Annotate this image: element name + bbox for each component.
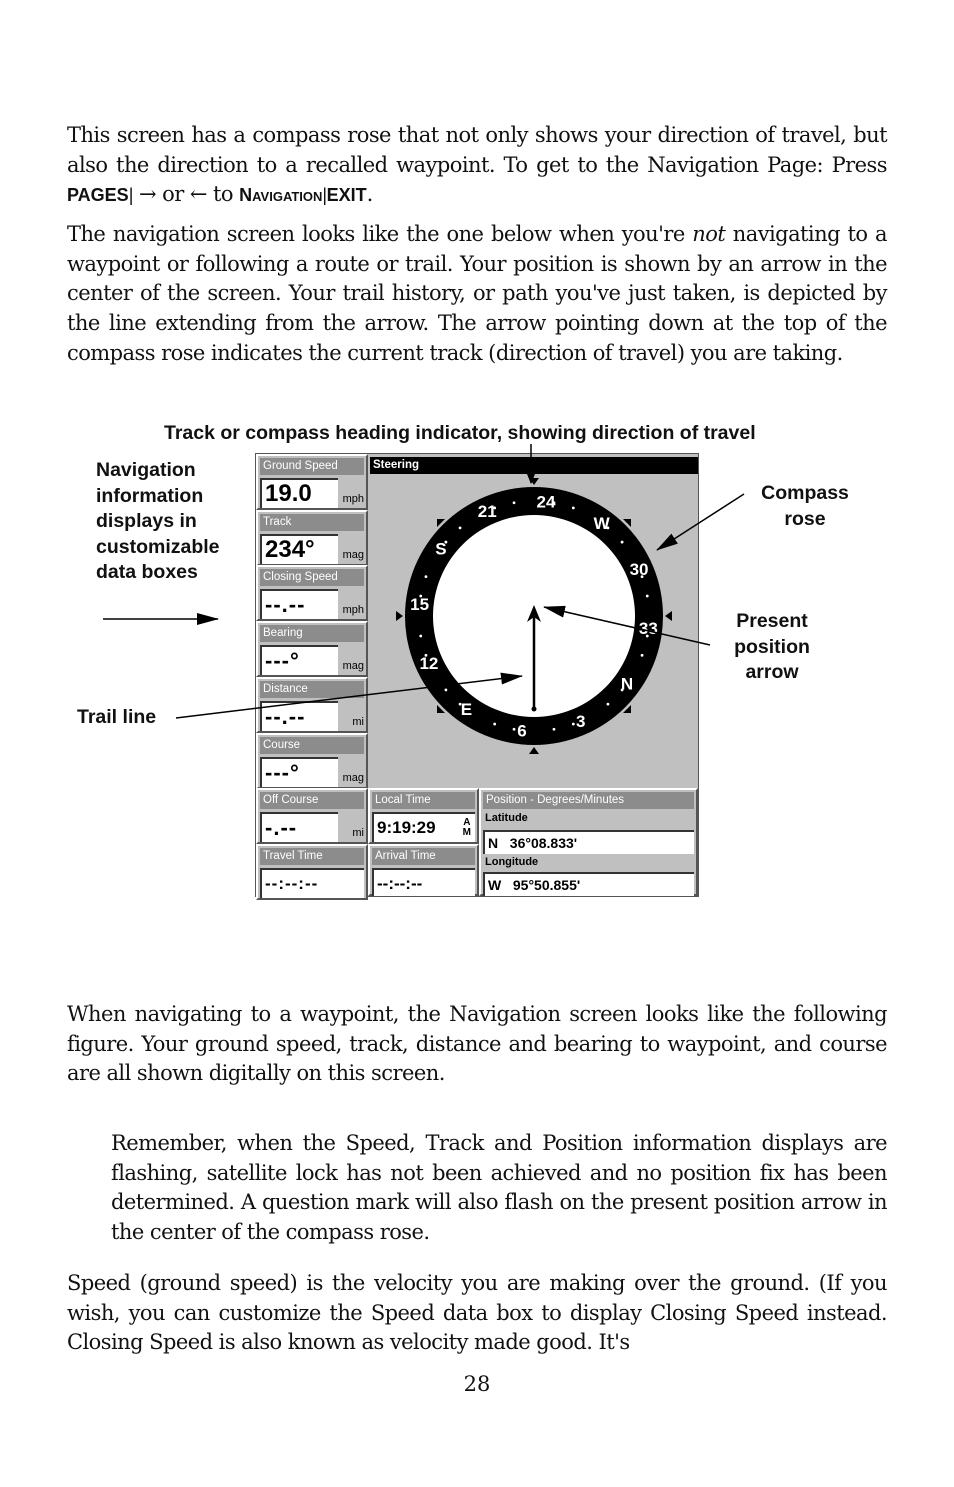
note-paragraph: Remember, when the Speed, Track and Posi… (111, 1131, 888, 1245)
speed-paragraph: Speed (ground speed) is the velocity you… (67, 1271, 888, 1355)
leader-lines (103, 444, 745, 719)
compass-rose-leader (656, 493, 745, 551)
navigating-paragraph: When navigating to a waypoint, the Navig… (67, 1002, 888, 1086)
page-number: 28 (463, 1372, 491, 1396)
present-position-leader (543, 605, 711, 646)
trail-line-leader (175, 672, 523, 719)
